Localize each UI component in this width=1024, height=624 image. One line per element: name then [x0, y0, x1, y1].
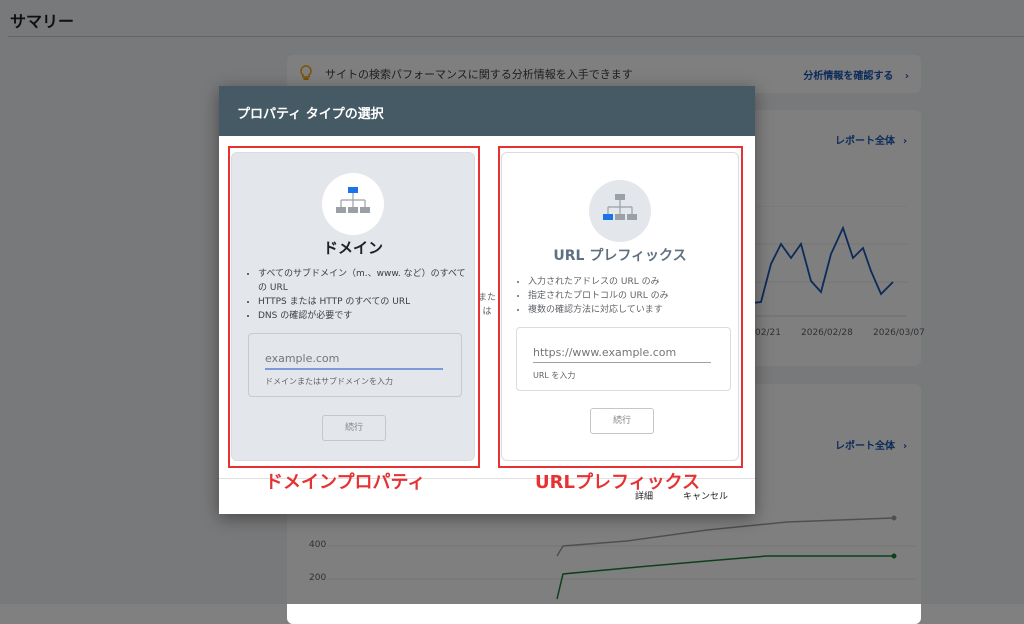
or-separator: また は	[478, 291, 496, 319]
dialog-title: プロパティ タイプの選択	[237, 107, 384, 122]
property-type-dialog: プロパティ タイプの選択 ドメイン すべてのサブドメイン（m.、www. など）…	[219, 86, 755, 514]
url-prefix-annotation-label: URLプレフィックス	[535, 472, 701, 493]
or-text-line-2: は	[482, 307, 492, 317]
details-link[interactable]: 詳細	[635, 489, 653, 502]
dialog-header: プロパティ タイプの選択	[219, 86, 755, 136]
or-text-line-1: また	[478, 293, 497, 303]
url-prefix-highlight-box	[498, 146, 743, 468]
domain-highlight-box	[228, 146, 480, 468]
domain-annotation-label: ドメインプロパティ	[265, 472, 426, 493]
cancel-button[interactable]: キャンセル	[683, 489, 728, 502]
